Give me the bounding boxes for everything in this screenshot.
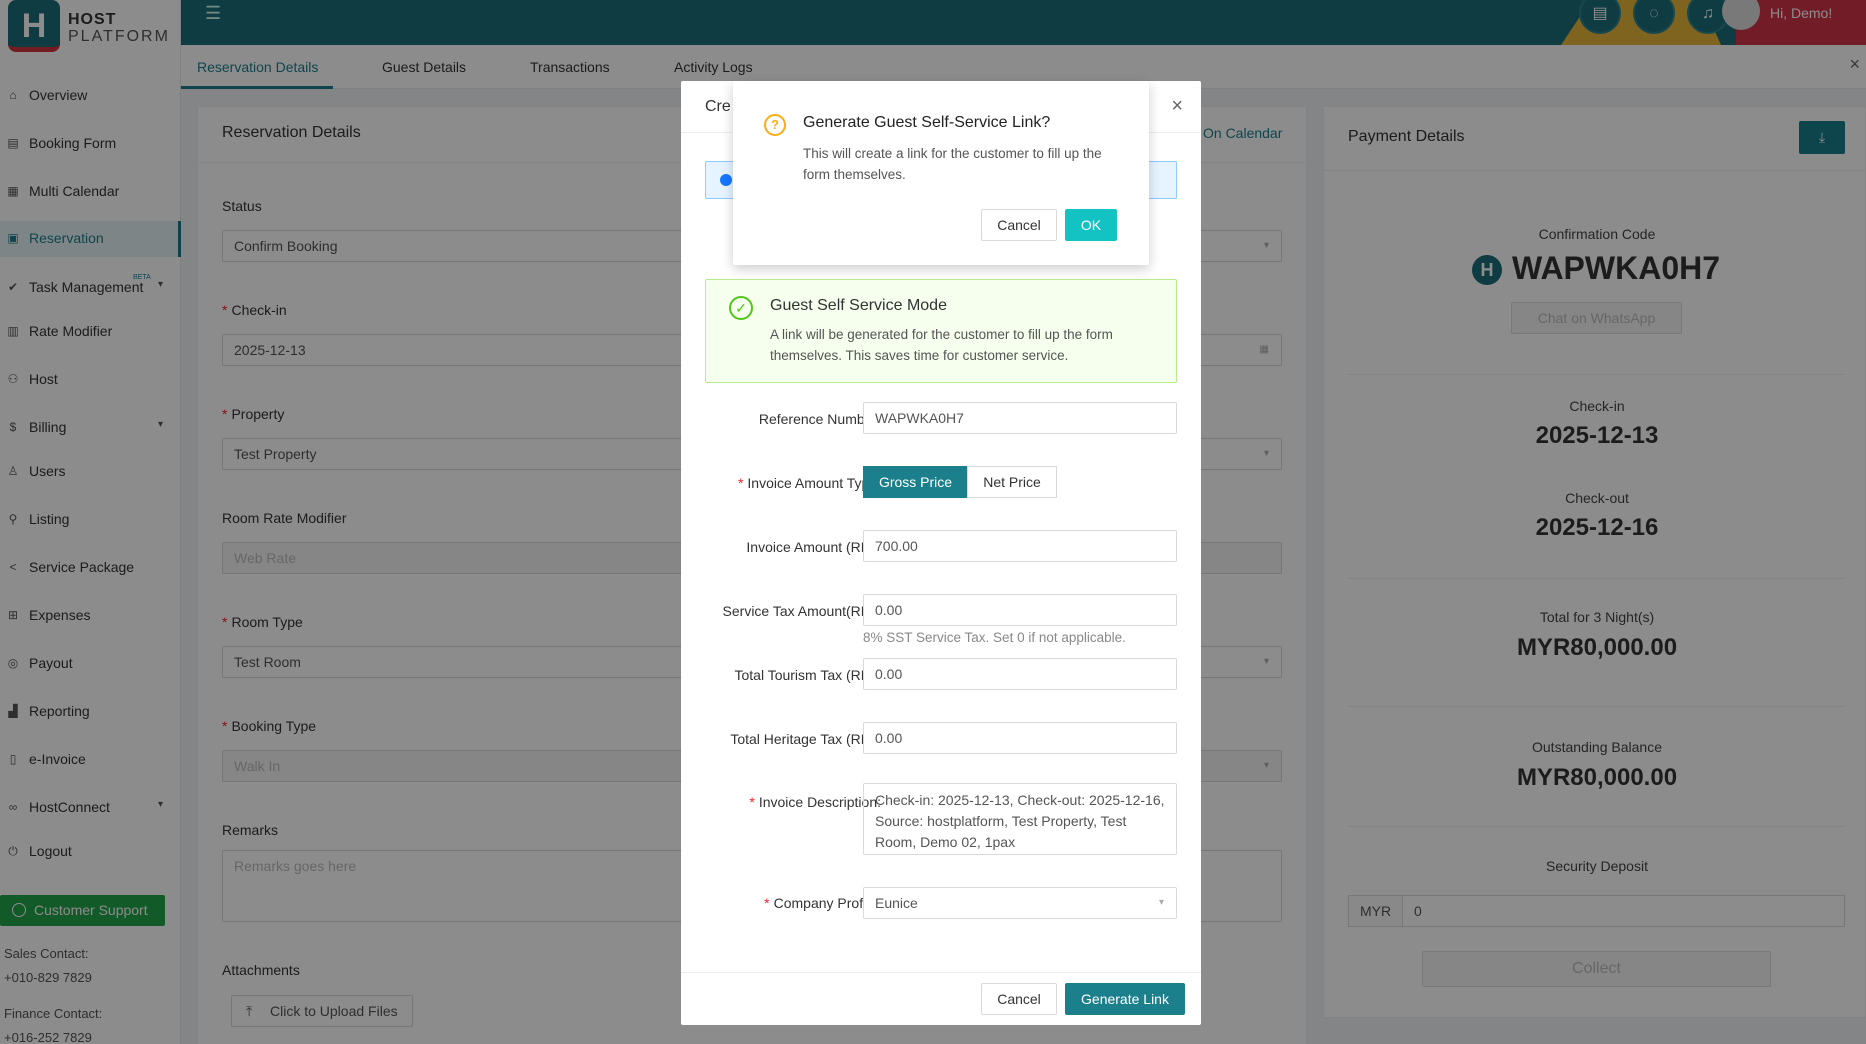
modal-footer: Cancel Generate Link: [681, 972, 1201, 1025]
service-tax-input[interactable]: 0.00: [863, 594, 1177, 626]
invoice-amount-label: Invoice Amount (RM):: [746, 539, 881, 555]
reference-number-input[interactable]: WAPWKA0H7: [863, 402, 1177, 434]
reference-number-label: Reference Number:: [758, 411, 881, 427]
modal-title: Cre: [705, 98, 731, 115]
heritage-tax-label: Total Heritage Tax (RM):: [730, 731, 881, 747]
close-icon[interactable]: ×: [1171, 95, 1183, 118]
company-profile-select[interactable]: Eunice ▾: [863, 887, 1177, 919]
self-service-title: Guest Self Service Mode: [770, 297, 947, 314]
confirm-dialog: ? Generate Guest Self-Service Link? This…: [733, 81, 1149, 265]
net-price-option[interactable]: Net Price: [967, 466, 1057, 498]
heritage-tax-input[interactable]: 0.00: [863, 722, 1177, 754]
confirm-ok-button[interactable]: OK: [1065, 209, 1117, 241]
gross-price-option[interactable]: Gross Price: [863, 466, 968, 498]
invoice-description-textarea[interactable]: Check-in: 2025-12-13, Check-out: 2025-12…: [863, 783, 1177, 855]
confirm-description: This will create a link for the customer…: [803, 146, 1102, 182]
chevron-down-icon: ▾: [1158, 897, 1164, 908]
check-circle-icon: ✓: [729, 296, 753, 320]
cancel-button[interactable]: Cancel: [981, 983, 1057, 1015]
service-tax-label: Service Tax Amount(RM):: [722, 603, 881, 619]
company-profile-value: Eunice: [875, 895, 918, 911]
question-icon: ?: [764, 114, 786, 136]
generate-link-button[interactable]: Generate Link: [1065, 983, 1185, 1015]
tourism-tax-label: Total Tourism Tax (RM):: [734, 667, 881, 683]
confirm-cancel-button[interactable]: Cancel: [981, 209, 1057, 241]
invoice-amount-type-label: * Invoice Amount Type:: [737, 475, 881, 491]
invoice-amount-input[interactable]: 700.00: [863, 530, 1177, 562]
confirm-title: Generate Guest Self-Service Link?: [803, 114, 1051, 131]
invoice-description-label: * Invoice Description:: [749, 794, 881, 810]
tourism-tax-input[interactable]: 0.00: [863, 658, 1177, 690]
self-service-description: A link will be generated for the custome…: [770, 327, 1113, 363]
service-tax-help: 8% SST Service Tax. Set 0 if not applica…: [863, 630, 1126, 645]
company-profile-label: * Company Profile:: [764, 895, 881, 911]
self-service-alert: ✓ Guest Self Service Mode A link will be…: [705, 279, 1177, 383]
info-icon: [720, 174, 732, 186]
